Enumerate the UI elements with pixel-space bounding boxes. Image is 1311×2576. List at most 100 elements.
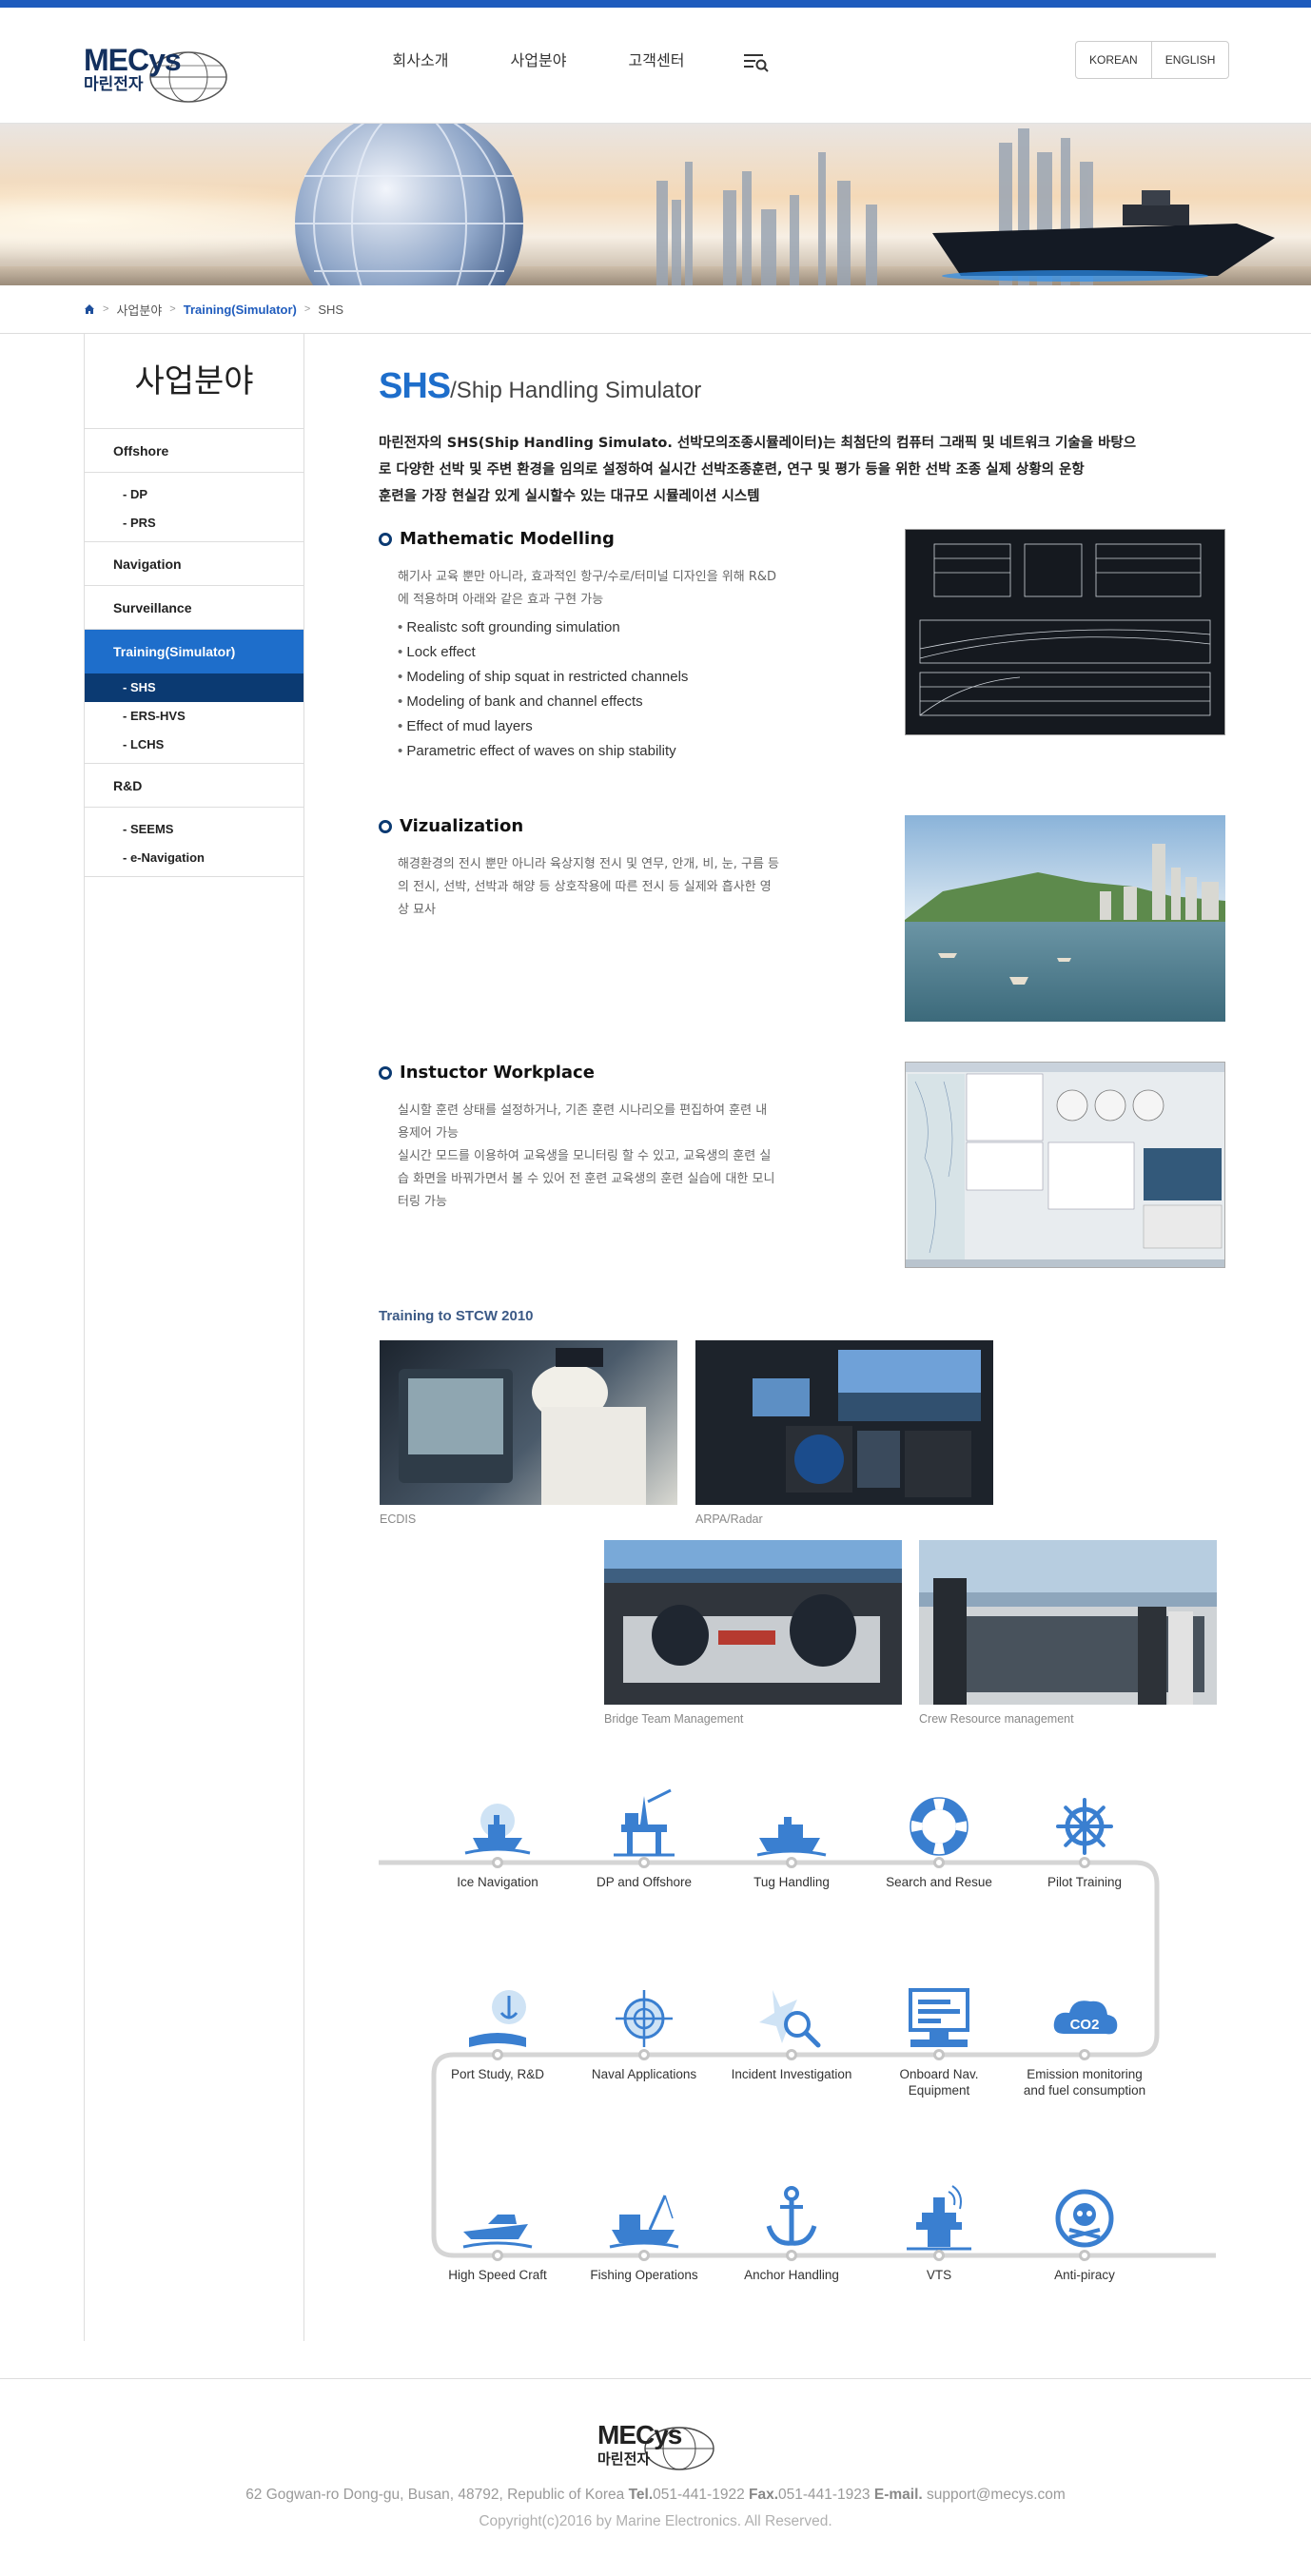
fax-number: 051-441-1923 — [778, 2487, 871, 2503]
email-label: E-mail. — [873, 2487, 923, 2503]
desc-line: 에 적용하며 아래와 같은 효과 구현 가능 — [398, 593, 604, 607]
sidebar-subitem-dp[interactable]: - DP — [85, 480, 303, 509]
anchor-icon — [753, 2180, 830, 2254]
nav-item-company[interactable]: 회사소개 — [362, 48, 479, 76]
sidebar-submenu: - SEEMS - e-Navigation — [85, 808, 303, 877]
section-title: Mathematic Modelling — [379, 529, 892, 549]
application-label: Fishing Operations — [590, 2268, 698, 2282]
sidebar-subitem-shs[interactable]: - SHS — [85, 673, 303, 702]
intro-line: 마린전자의 SHS(Ship Handling Simulato. 선박모의조종… — [379, 436, 1137, 451]
flow-node — [638, 2049, 650, 2060]
section-description: 실시할 훈련 상태를 설정하거나, 기존 훈련 시나리오를 편집하여 훈련 내 … — [398, 1100, 854, 1214]
speed-boat-icon — [460, 2180, 536, 2254]
lang-english-button[interactable]: ENGLISH — [1150, 42, 1229, 78]
ecdis-photo — [380, 1340, 677, 1505]
flow-node — [638, 2250, 650, 2261]
desc-line: 상 묘사 — [398, 903, 437, 917]
bridge-illustration — [604, 1540, 902, 1683]
lang-korean-button[interactable]: KOREAN — [1076, 42, 1151, 78]
sidebar-subitem-seems[interactable]: - SEEMS — [85, 815, 303, 844]
section-mathematic-modelling: Mathematic Modelling 해기사 교육 뿐만 아니라, 효과적인… — [379, 529, 892, 764]
sidebar-item-rnd[interactable]: R&D — [85, 764, 303, 808]
photo-card-ecdis: ECDIS — [380, 1340, 677, 1526]
breadcrumb-item[interactable]: 사업분야 — [116, 301, 162, 319]
circle-bullet-icon — [379, 819, 392, 833]
flow-node — [638, 1857, 650, 1868]
magnifier-incident-icon — [753, 1981, 830, 2055]
fishing-vessel-icon — [606, 2180, 682, 2254]
sidebar-subitem-prs[interactable]: - PRS — [85, 509, 303, 537]
section-title-text: Vizualization — [400, 816, 524, 836]
logo-brand: MECys — [84, 43, 182, 77]
page-title: SHS/Ship Handling Simulator — [379, 366, 701, 407]
radar-room-illustration — [753, 1350, 981, 1497]
flow-node — [492, 2049, 503, 2060]
tel-number: 051-441-1922 — [653, 2487, 745, 2503]
bridge-team-photo — [604, 1540, 902, 1705]
subitem-label: SHS — [129, 680, 156, 694]
list-item: Realistc soft grounding simulation — [398, 615, 892, 640]
software-screenshot — [906, 1063, 1224, 1267]
footer-address: 62 Gogwan-ro Dong-gu, Busan, 48792, Repu… — [0, 2487, 1311, 2504]
footer-logo-brand: MECys — [597, 2420, 682, 2449]
ecdis-illustration — [399, 1348, 646, 1505]
sidebar-item-training[interactable]: Training(Simulator) — [85, 630, 303, 673]
sidebar-subitem-e-navigation[interactable]: - e-Navigation — [85, 844, 303, 872]
sidebar-submenu: - SHS - ERS-HVS - LCHS — [85, 673, 303, 764]
breadcrumb-separator: > — [303, 303, 311, 315]
sidebar-item-navigation[interactable]: Navigation — [85, 542, 303, 586]
nav-item-business[interactable]: 사업분야 — [479, 48, 597, 76]
section-description: 해기사 교육 뿐만 아니라, 효과적인 항구/수로/터미널 디자인을 위해 R&… — [398, 566, 892, 612]
menu-search-icon[interactable] — [742, 50, 771, 75]
footer-copyright: Copyright(c)2016 by Marine Electronics. … — [479, 2513, 832, 2529]
site-logo[interactable]: MECys 마린전자 — [84, 41, 231, 107]
section-instructor-workplace: Instuctor Workplace 실시할 훈련 상태를 설정하거나, 기존… — [379, 1063, 854, 1214]
subitem-label: DP — [129, 487, 148, 501]
vts-tower-icon — [901, 2180, 977, 2254]
application-label: Emission monitoring and fuel consumption — [1023, 2067, 1146, 2098]
sidebar-item-surveillance[interactable]: Surveillance — [85, 586, 303, 630]
application-label: Incident Investigation — [731, 2067, 852, 2081]
application-label: DP and Offshore — [596, 1875, 693, 1889]
flow-node — [786, 1857, 797, 1868]
list-item: Modeling of ship squat in restricted cha… — [398, 665, 892, 690]
photo-card-crew-resource: Crew Resource management — [919, 1540, 1217, 1726]
flow-node — [786, 2250, 797, 2261]
tel-label: Tel. — [628, 2487, 654, 2503]
sidebar-item-offshore[interactable]: Offshore — [85, 429, 303, 473]
nav-item-support[interactable]: 고객센터 — [597, 48, 715, 76]
sidebar-subitem-ers-hvs[interactable]: - ERS-HVS — [85, 702, 303, 731]
desc-line: 해기사 교육 뿐만 아니라, 효과적인 항구/수로/터미널 디자인을 위해 R&… — [398, 570, 777, 584]
breadcrumb-separator: > — [103, 303, 109, 315]
breadcrumb-current: SHS — [318, 302, 344, 317]
application-label: Port Study, R&D — [450, 2067, 545, 2081]
breadcrumb-item[interactable]: Training(Simulator) — [184, 302, 297, 317]
section-description: 해경환경의 전시 뿐만 아니라 육상지형 전시 및 연무, 안개, 비, 눈, … — [398, 853, 854, 922]
flow-node — [492, 2250, 503, 2261]
home-icon[interactable] — [84, 303, 95, 315]
application-label: Anchor Handling — [744, 2268, 839, 2282]
footer-logo: MECys 마린전자 — [592, 2416, 719, 2473]
skull-circle-icon — [1047, 2180, 1123, 2254]
photo-caption: ARPA/Radar — [695, 1512, 763, 1526]
sidebar-subitem-lchs[interactable]: - LCHS — [85, 731, 303, 759]
application-label: Tug Handling — [753, 1875, 830, 1889]
subitem-label: LCHS — [129, 737, 165, 751]
fax-label: Fax. — [749, 2487, 779, 2503]
section-title: Vizualization — [379, 816, 854, 836]
list-item: Lock effect — [398, 640, 892, 665]
banner-illustration — [0, 124, 1311, 285]
co2-cloud-icon: CO2 — [1047, 1981, 1123, 2055]
breadcrumb-separator: > — [169, 303, 176, 315]
photo-card-bridge-team: Bridge Team Management — [604, 1540, 902, 1726]
feature-list: Realistc soft grounding simulation Lock … — [398, 615, 892, 764]
intro-paragraph: 마린전자의 SHS(Ship Handling Simulato. 선박모의조종… — [379, 430, 1225, 510]
anchor-book-icon — [460, 1981, 536, 2055]
email-link[interactable]: support@mecys.com — [927, 2487, 1066, 2503]
lifebuoy-icon — [901, 1788, 977, 1863]
section-title-text: Mathematic Modelling — [400, 529, 615, 549]
hull-drawing-image — [905, 529, 1225, 735]
monitor-icon — [901, 1981, 977, 2055]
application-label: Naval Applications — [591, 2067, 697, 2081]
photo-caption: ECDIS — [380, 1512, 417, 1526]
